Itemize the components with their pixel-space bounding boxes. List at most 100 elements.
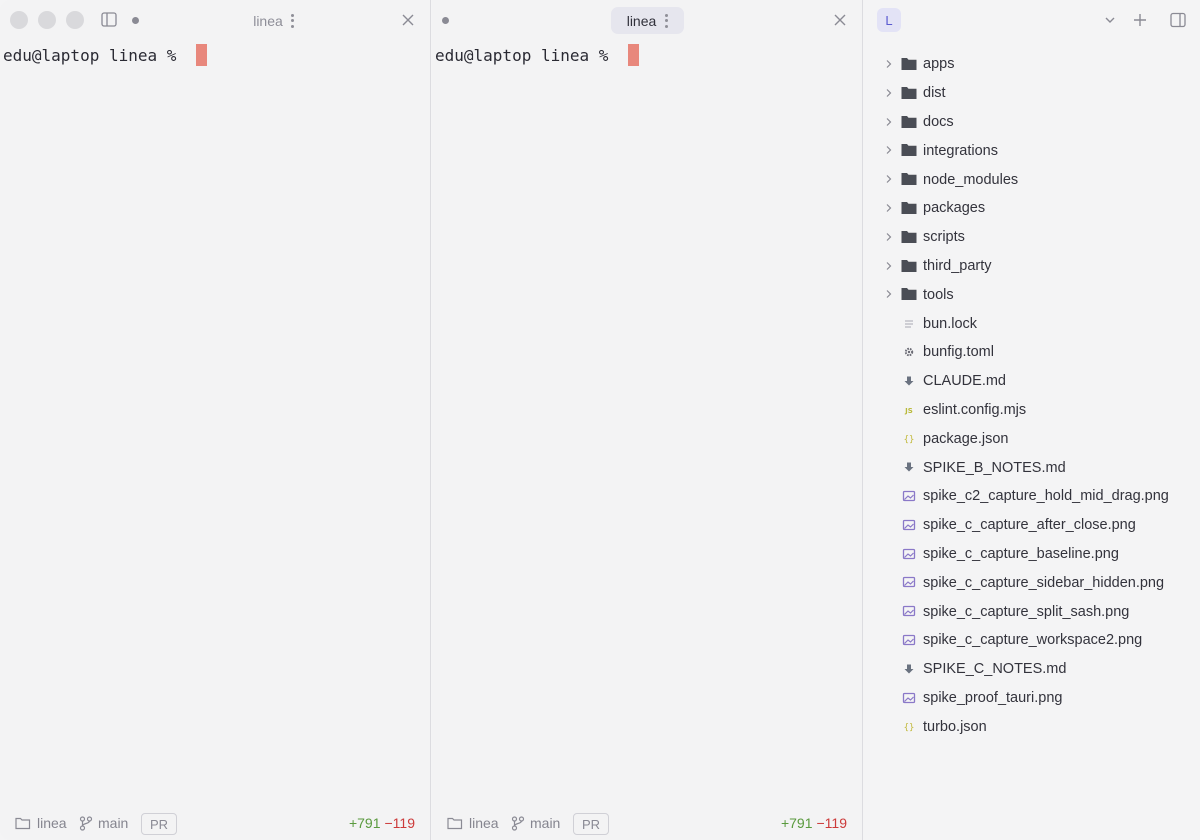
folder-icon bbox=[901, 259, 917, 272]
tree-item-label: SPIKE_C_NOTES.md bbox=[923, 661, 1067, 678]
folder-item[interactable]: apps bbox=[864, 50, 1200, 79]
image-file-icon bbox=[902, 548, 916, 559]
shell-prompt: edu@laptop linea % bbox=[3, 45, 187, 65]
chevron-right-icon bbox=[886, 261, 892, 270]
folder-item[interactable]: integrations bbox=[864, 136, 1200, 165]
tree-item-label: packages bbox=[923, 200, 986, 217]
tab-bar: linea bbox=[432, 0, 862, 40]
status-folder[interactable]: linea bbox=[447, 815, 499, 831]
folder-item[interactable]: dist bbox=[864, 79, 1200, 108]
tree-item-label: spike_c_capture_workspace2.png bbox=[923, 632, 1143, 649]
chevron-down-icon[interactable] bbox=[1102, 12, 1118, 28]
terminal-pane-right[interactable]: linea edu@laptop linea % linea main PR +… bbox=[432, 0, 863, 840]
terminal-output[interactable]: edu@laptop linea % bbox=[3, 44, 430, 66]
tree-item-label: bunfig.toml bbox=[923, 344, 994, 361]
tab-menu-icon[interactable] bbox=[664, 13, 668, 28]
folder-item[interactable]: docs bbox=[864, 108, 1200, 137]
right-panel-toggle-icon[interactable] bbox=[1170, 12, 1186, 28]
minimize-window-button[interactable] bbox=[38, 11, 56, 29]
git-branch-icon bbox=[511, 815, 525, 831]
tree-item-label: tools bbox=[923, 286, 954, 303]
tree-item-label: spike_c_capture_baseline.png bbox=[923, 545, 1119, 562]
file-item[interactable]: spike_c_capture_after_close.png bbox=[864, 511, 1200, 540]
file-item[interactable]: spike_c2_capture_hold_mid_drag.png bbox=[864, 482, 1200, 511]
modified-dot-icon bbox=[442, 17, 449, 24]
folder-item[interactable]: scripts bbox=[864, 223, 1200, 252]
image-file-icon bbox=[902, 605, 916, 617]
tab-terminal-right[interactable]: linea bbox=[611, 7, 684, 34]
file-item[interactable]: spike_c_capture_workspace2.png bbox=[864, 626, 1200, 655]
close-tab-icon[interactable] bbox=[401, 13, 415, 27]
file-item[interactable]: CLAUDE.md bbox=[864, 367, 1200, 396]
status-branch[interactable]: main bbox=[79, 815, 128, 831]
file-explorer: L apps dist docs integrations node_modulespa… bbox=[864, 0, 1200, 840]
file-item[interactable]: JS eslint.config.mjs bbox=[864, 396, 1200, 425]
file-item[interactable]: SPIKE_C_NOTES.md bbox=[864, 655, 1200, 684]
lines-removed: −119 bbox=[816, 815, 848, 831]
pr-button[interactable]: PR bbox=[573, 813, 610, 835]
tree-item-label: spike_c2_capture_hold_mid_drag.png bbox=[923, 488, 1169, 505]
terminal-cursor bbox=[628, 44, 640, 66]
tree-item-label: dist bbox=[923, 85, 946, 102]
json-file-icon: {} bbox=[904, 723, 915, 733]
markdown-file-icon bbox=[904, 462, 914, 472]
app-window: linea edu@laptop linea % linea main PR +… bbox=[0, 0, 1200, 840]
terminal-pane-left[interactable]: linea edu@laptop linea % linea main PR +… bbox=[0, 0, 431, 840]
folder-icon bbox=[901, 86, 917, 99]
pr-button[interactable]: PR bbox=[141, 813, 178, 835]
status-folder-label: linea bbox=[37, 815, 67, 831]
folder-icon bbox=[901, 173, 917, 186]
tree-item-label: CLAUDE.md bbox=[923, 373, 1006, 390]
lines-removed: −119 bbox=[384, 815, 416, 831]
file-item[interactable]: spike_c_capture_baseline.png bbox=[864, 540, 1200, 569]
plus-icon[interactable] bbox=[1132, 12, 1148, 28]
file-item[interactable]: {} turbo.json bbox=[864, 712, 1200, 741]
chevron-right-icon bbox=[886, 204, 892, 212]
file-item[interactable]: bun.lock bbox=[864, 309, 1200, 338]
diff-stats[interactable]: +791 −119 bbox=[781, 815, 847, 831]
status-folder[interactable]: linea bbox=[15, 815, 67, 831]
status-branch[interactable]: main bbox=[511, 815, 560, 831]
file-item[interactable]: spike_proof_tauri.png bbox=[864, 684, 1200, 713]
file-item[interactable]: {} package.json bbox=[864, 424, 1200, 453]
chevron-right-icon bbox=[886, 146, 892, 155]
tree-item-label: spike_c_capture_sidebar_hidden.png bbox=[923, 574, 1165, 591]
svg-text:{}: {} bbox=[904, 435, 915, 445]
folder-icon bbox=[901, 58, 917, 70]
folder-icon bbox=[901, 201, 917, 214]
folder-icon bbox=[901, 115, 917, 128]
folder-outline-icon bbox=[447, 817, 463, 830]
lines-added: +791 bbox=[780, 815, 813, 831]
tab-label: linea bbox=[626, 12, 657, 29]
tree-item-label: bun.lock bbox=[923, 315, 978, 332]
folder-item[interactable]: node_modules bbox=[864, 165, 1200, 194]
image-file-icon bbox=[902, 634, 916, 646]
tab-menu-icon[interactable] bbox=[291, 13, 295, 28]
chevron-right-icon bbox=[886, 290, 892, 299]
file-item[interactable]: spike_c_capture_sidebar_hidden.png bbox=[864, 568, 1200, 597]
close-tab-icon[interactable] bbox=[833, 13, 847, 27]
tree-item-label: eslint.config.mjs bbox=[923, 401, 1027, 418]
json-file-icon: {} bbox=[904, 435, 915, 445]
diff-stats[interactable]: +791 −119 bbox=[349, 815, 415, 831]
terminal-output[interactable]: edu@laptop linea % bbox=[435, 44, 862, 66]
zoom-window-button[interactable] bbox=[66, 11, 84, 29]
tree-item-label: spike_proof_tauri.png bbox=[923, 689, 1063, 706]
file-item[interactable]: bunfig.toml bbox=[864, 338, 1200, 367]
file-item[interactable]: SPIKE_B_NOTES.md bbox=[864, 453, 1200, 482]
close-window-button[interactable] bbox=[10, 11, 28, 29]
chevron-right-icon bbox=[886, 175, 892, 184]
folder-outline-icon bbox=[15, 817, 31, 830]
markdown-file-icon bbox=[904, 376, 914, 386]
tab-label: linea bbox=[253, 12, 283, 29]
svg-text:{}: {} bbox=[904, 723, 915, 733]
chevron-right-icon bbox=[886, 232, 892, 241]
sidebar-toggle-icon[interactable] bbox=[101, 12, 117, 27]
file-item[interactable]: spike_c_capture_split_sash.png bbox=[864, 597, 1200, 626]
folder-item[interactable]: tools bbox=[864, 280, 1200, 309]
workspace-badge[interactable]: L bbox=[877, 8, 901, 32]
tab-terminal-left[interactable]: linea bbox=[240, 7, 308, 34]
folder-item[interactable]: packages bbox=[864, 194, 1200, 223]
folder-item[interactable]: third_party bbox=[864, 252, 1200, 281]
image-file-icon bbox=[902, 692, 916, 703]
